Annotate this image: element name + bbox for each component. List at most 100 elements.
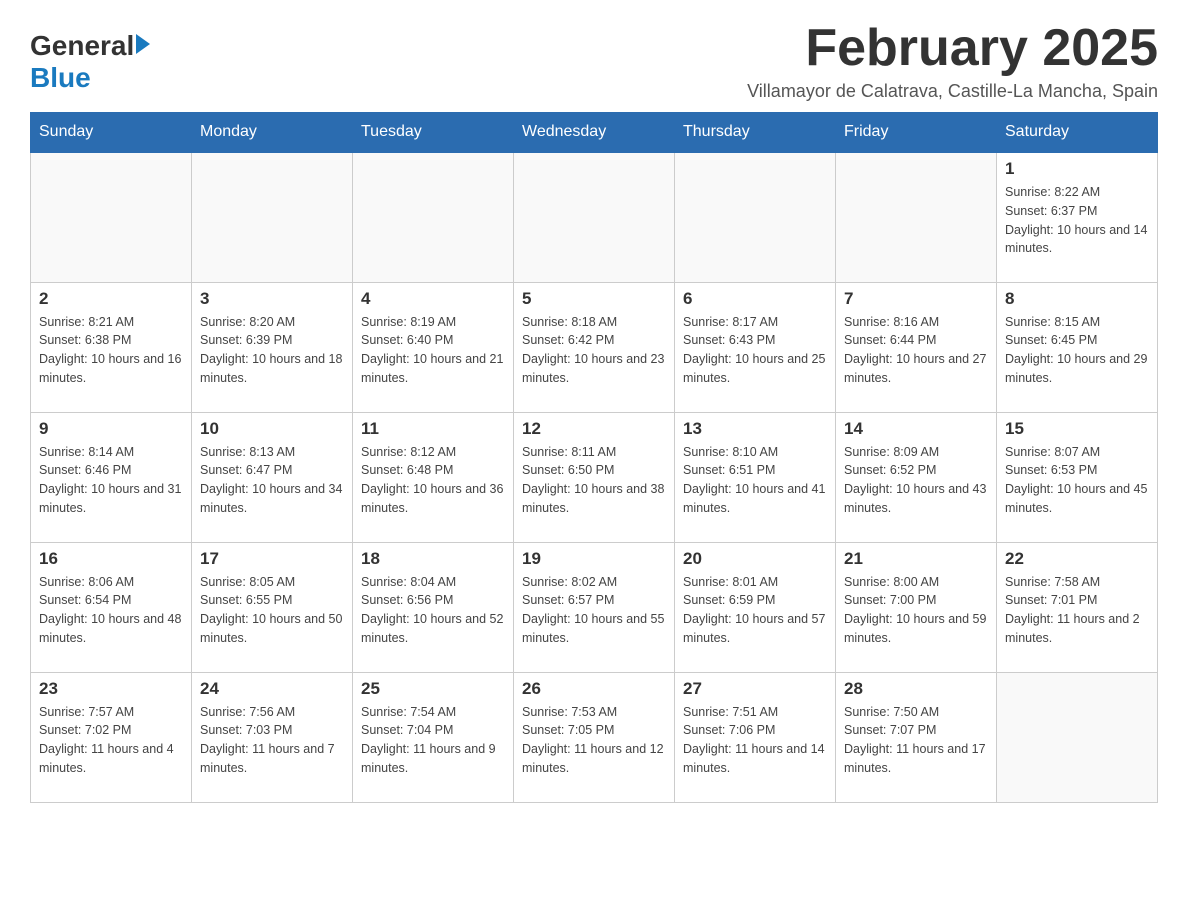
week-row-4: 16 Sunrise: 8:06 AM Sunset: 6:54 PM Dayli… [31,542,1158,672]
calendar-cell: 16 Sunrise: 8:06 AM Sunset: 6:54 PM Dayli… [31,542,192,672]
day-info: Sunrise: 8:16 AM Sunset: 6:44 PM Dayligh… [844,313,988,388]
day-info: Sunrise: 8:18 AM Sunset: 6:42 PM Dayligh… [522,313,666,388]
location-subtitle: Villamayor de Calatrava, Castille-La Man… [747,81,1158,102]
day-number: 9 [39,419,183,439]
day-info: Sunrise: 8:22 AM Sunset: 6:37 PM Dayligh… [1005,183,1149,258]
day-number: 3 [200,289,344,309]
calendar-cell: 11 Sunrise: 8:12 AM Sunset: 6:48 PM Dayli… [353,412,514,542]
calendar-cell: 7Sunrise: 8:16 AM Sunset: 6:44 PM Daylig… [836,282,997,412]
day-info: Sunrise: 8:19 AM Sunset: 6:40 PM Dayligh… [361,313,505,388]
calendar-cell: 3 Sunrise: 8:20 AM Sunset: 6:39 PM Daylig… [192,282,353,412]
day-info: Sunrise: 7:50 AM Sunset: 7:07 PM Dayligh… [844,703,988,778]
calendar-cell: 8 Sunrise: 8:15 AM Sunset: 6:45 PM Daylig… [997,282,1158,412]
calendar-cell: 18 Sunrise: 8:04 AM Sunset: 6:56 PM Dayli… [353,542,514,672]
calendar-table: SundayMondayTuesdayWednesdayThursdayFrid… [30,112,1158,803]
calendar-cell [514,152,675,282]
day-info: Sunrise: 7:58 AM Sunset: 7:01 PM Dayligh… [1005,573,1149,648]
calendar-cell: 4 Sunrise: 8:19 AM Sunset: 6:40 PM Daylig… [353,282,514,412]
day-info: Sunrise: 8:06 AM Sunset: 6:54 PM Dayligh… [39,573,183,648]
calendar-cell: 19Sunrise: 8:02 AM Sunset: 6:57 PM Dayli… [514,542,675,672]
page-header: General Blue February 2025 Villamayor de… [30,20,1158,102]
weekday-header-sunday: Sunday [31,113,192,153]
weekday-header-row: SundayMondayTuesdayWednesdayThursdayFrid… [31,113,1158,153]
calendar-cell: 14 Sunrise: 8:09 AM Sunset: 6:52 PM Dayli… [836,412,997,542]
day-number: 2 [39,289,183,309]
weekday-header-monday: Monday [192,113,353,153]
calendar-cell [353,152,514,282]
week-row-3: 9 Sunrise: 8:14 AM Sunset: 6:46 PM Daylig… [31,412,1158,542]
calendar-cell [192,152,353,282]
calendar-cell: 24 Sunrise: 7:56 AM Sunset: 7:03 PM Dayli… [192,672,353,802]
day-number: 25 [361,679,505,699]
day-number: 8 [1005,289,1149,309]
day-number: 1 [1005,159,1149,179]
calendar-cell: 9 Sunrise: 8:14 AM Sunset: 6:46 PM Daylig… [31,412,192,542]
weekday-header-tuesday: Tuesday [353,113,514,153]
calendar-cell: 5 Sunrise: 8:18 AM Sunset: 6:42 PM Daylig… [514,282,675,412]
calendar-cell: 15Sunrise: 8:07 AM Sunset: 6:53 PM Dayli… [997,412,1158,542]
day-info: Sunrise: 8:17 AM Sunset: 6:43 PM Dayligh… [683,313,827,388]
calendar-cell [997,672,1158,802]
day-info: Sunrise: 7:53 AM Sunset: 7:05 PM Dayligh… [522,703,666,778]
day-info: Sunrise: 8:20 AM Sunset: 6:39 PM Dayligh… [200,313,344,388]
day-info: Sunrise: 7:54 AM Sunset: 7:04 PM Dayligh… [361,703,505,778]
day-number: 27 [683,679,827,699]
logo: General Blue [30,30,150,94]
calendar-cell [836,152,997,282]
day-number: 23 [39,679,183,699]
day-number: 12 [522,419,666,439]
day-number: 22 [1005,549,1149,569]
day-number: 20 [683,549,827,569]
day-info: Sunrise: 8:09 AM Sunset: 6:52 PM Dayligh… [844,443,988,518]
calendar-cell: 20Sunrise: 8:01 AM Sunset: 6:59 PM Dayli… [675,542,836,672]
day-info: Sunrise: 8:04 AM Sunset: 6:56 PM Dayligh… [361,573,505,648]
weekday-header-wednesday: Wednesday [514,113,675,153]
day-number: 14 [844,419,988,439]
day-info: Sunrise: 8:21 AM Sunset: 6:38 PM Dayligh… [39,313,183,388]
weekday-header-saturday: Saturday [997,113,1158,153]
day-number: 24 [200,679,344,699]
month-title: February 2025 [747,20,1158,77]
day-info: Sunrise: 8:10 AM Sunset: 6:51 PM Dayligh… [683,443,827,518]
calendar-cell: 17 Sunrise: 8:05 AM Sunset: 6:55 PM Dayli… [192,542,353,672]
day-number: 5 [522,289,666,309]
calendar-cell: 1 Sunrise: 8:22 AM Sunset: 6:37 PM Daylig… [997,152,1158,282]
calendar-cell: 6 Sunrise: 8:17 AM Sunset: 6:43 PM Daylig… [675,282,836,412]
calendar-cell: 13Sunrise: 8:10 AM Sunset: 6:51 PM Dayli… [675,412,836,542]
day-info: Sunrise: 8:12 AM Sunset: 6:48 PM Dayligh… [361,443,505,518]
calendar-cell: 28 Sunrise: 7:50 AM Sunset: 7:07 PM Dayli… [836,672,997,802]
day-number: 28 [844,679,988,699]
weekday-header-friday: Friday [836,113,997,153]
week-row-1: 1 Sunrise: 8:22 AM Sunset: 6:37 PM Daylig… [31,152,1158,282]
calendar-cell: 22 Sunrise: 7:58 AM Sunset: 7:01 PM Dayli… [997,542,1158,672]
day-number: 6 [683,289,827,309]
day-info: Sunrise: 7:56 AM Sunset: 7:03 PM Dayligh… [200,703,344,778]
day-number: 15 [1005,419,1149,439]
day-number: 11 [361,419,505,439]
day-info: Sunrise: 8:11 AM Sunset: 6:50 PM Dayligh… [522,443,666,518]
day-number: 26 [522,679,666,699]
day-info: Sunrise: 8:02 AM Sunset: 6:57 PM Dayligh… [522,573,666,648]
day-info: Sunrise: 8:14 AM Sunset: 6:46 PM Dayligh… [39,443,183,518]
week-row-2: 2 Sunrise: 8:21 AM Sunset: 6:38 PM Daylig… [31,282,1158,412]
day-info: Sunrise: 8:05 AM Sunset: 6:55 PM Dayligh… [200,573,344,648]
day-number: 16 [39,549,183,569]
week-row-5: 23Sunrise: 7:57 AM Sunset: 7:02 PM Dayli… [31,672,1158,802]
logo-general: General [30,30,150,62]
calendar-cell: 10Sunrise: 8:13 AM Sunset: 6:47 PM Dayli… [192,412,353,542]
day-number: 18 [361,549,505,569]
calendar-cell [675,152,836,282]
day-number: 10 [200,419,344,439]
calendar-cell: 2 Sunrise: 8:21 AM Sunset: 6:38 PM Daylig… [31,282,192,412]
day-number: 4 [361,289,505,309]
calendar-cell: 12 Sunrise: 8:11 AM Sunset: 6:50 PM Dayli… [514,412,675,542]
weekday-header-thursday: Thursday [675,113,836,153]
day-number: 17 [200,549,344,569]
calendar-cell: 26 Sunrise: 7:53 AM Sunset: 7:05 PM Dayli… [514,672,675,802]
calendar-cell [31,152,192,282]
day-info: Sunrise: 8:15 AM Sunset: 6:45 PM Dayligh… [1005,313,1149,388]
calendar-cell: 25 Sunrise: 7:54 AM Sunset: 7:04 PM Dayli… [353,672,514,802]
logo-arrow-icon [136,34,150,54]
title-section: February 2025 Villamayor de Calatrava, C… [747,20,1158,102]
logo-general-text: General [30,30,134,62]
